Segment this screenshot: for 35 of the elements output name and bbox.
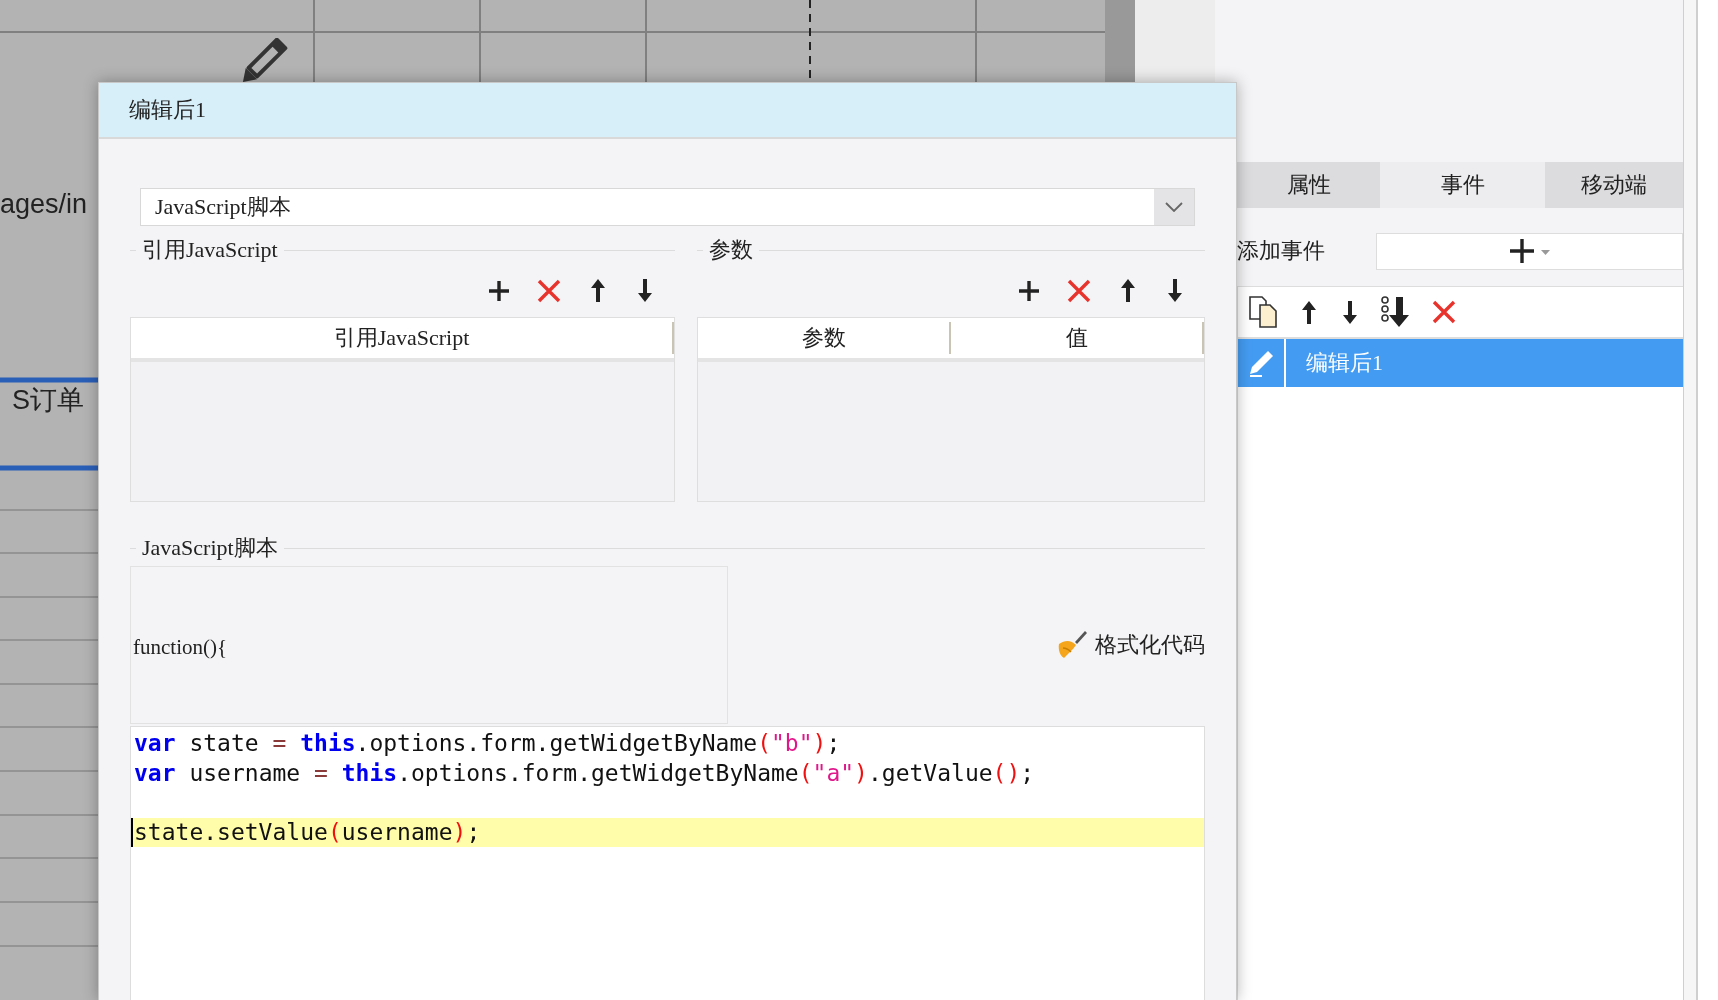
section-title: 引用JavaScript [141, 236, 279, 264]
code-line: var state = this.options.form.getWidgetByName("b"); [133, 729, 842, 758]
move-to-bottom-icon[interactable] [1381, 296, 1411, 328]
arrow-up-icon[interactable] [588, 278, 608, 303]
code-editor[interactable]: var state = this.options.form.getWidgetByName("b"); var username = this.options.form.getWidgetByName("a").getValue(); state.setValue(username); [130, 726, 1205, 1000]
copy-icon[interactable] [1248, 295, 1278, 329]
tab[interactable]: 移动端 [1545, 162, 1683, 208]
dropdown-button[interactable] [1154, 189, 1194, 225]
code-text: function(){ [132, 633, 228, 660]
chevron-icon [1165, 202, 1183, 212]
arrow-up-icon[interactable] [1118, 278, 1138, 303]
arrow-down-icon[interactable] [1340, 299, 1360, 325]
section-title: JavaScript脚本 [141, 534, 279, 562]
column-header[interactable]: 参数 [698, 322, 951, 354]
tab[interactable]: 事件 [1380, 162, 1545, 208]
arrow-down-icon[interactable] [635, 278, 655, 303]
delete-icon[interactable] [1067, 278, 1091, 303]
format-code-button[interactable]: 格式化代码 [1055, 626, 1205, 664]
section-title: 参数 [708, 236, 754, 264]
plus-caret-icon [1507, 237, 1552, 265]
cell-text: S订单 [12, 384, 84, 416]
tab[interactable]: 属性 [1237, 162, 1380, 208]
field-label: 添加事件 [1237, 237, 1326, 265]
script-type-dropdown[interactable]: JavaScript脚本 [140, 188, 1195, 226]
delete-icon[interactable] [1432, 300, 1456, 324]
dialog-title: 编辑后1 [99, 83, 1236, 139]
column-header[interactable]: 值 [951, 322, 1204, 354]
code-line: var username = this.options.form.getWidgetByName("a").getValue(); [133, 758, 1036, 788]
arrow-up-icon[interactable] [1299, 299, 1319, 325]
scrollbar[interactable] [1683, 0, 1698, 1000]
plus-icon[interactable] [488, 278, 510, 303]
cell-text: ages/in [0, 188, 88, 220]
arrow-down-icon[interactable] [1165, 278, 1185, 303]
delete-icon[interactable] [537, 278, 561, 303]
plus-icon[interactable] [1018, 278, 1040, 303]
